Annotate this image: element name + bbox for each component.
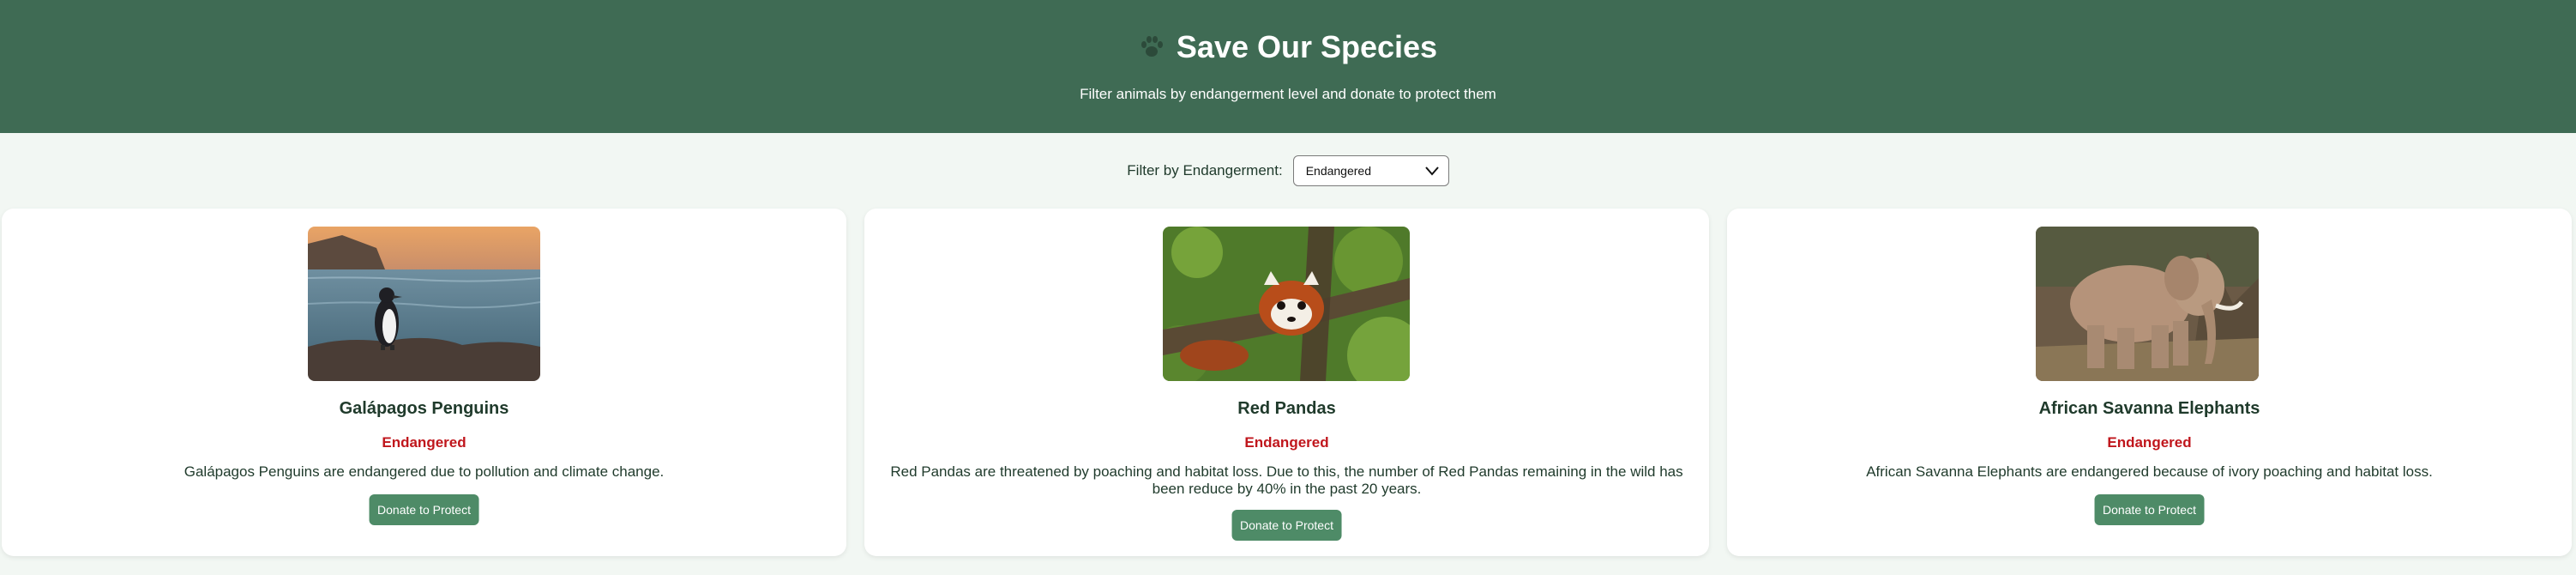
paw-icon <box>1141 36 1163 57</box>
donate-button[interactable]: Donate to Protect <box>2094 494 2205 525</box>
species-card: Red Pandas Endangered Red Pandas are thr… <box>864 209 1709 556</box>
species-card: Galápagos Penguins Endangered Galápagos … <box>2 209 846 556</box>
species-name: African Savanna Elephants <box>2038 399 2260 418</box>
species-card: African Savanna Elephants Endangered Afr… <box>1727 209 2572 556</box>
page-title-row: Save Our Species <box>0 29 2576 65</box>
species-description: African Savanna Elephants are endangered… <box>1866 463 2433 480</box>
page-title: Save Our Species <box>1176 29 1438 64</box>
status-badge: Endangered <box>382 434 466 451</box>
endangerment-select[interactable]: Endangered <box>1292 155 1449 186</box>
page-subtitle: Filter animals by endangerment level and… <box>1080 86 1496 102</box>
filter-bar: Filter by Endangerment: Endangered <box>0 154 2576 187</box>
species-name: Red Pandas <box>1237 399 1336 418</box>
status-badge: Endangered <box>1244 434 1329 451</box>
page-header: Save Our Species Filter animals by endan… <box>0 0 2576 133</box>
penguin-photo <box>308 227 540 381</box>
chevron-down-icon <box>1424 166 1439 176</box>
status-badge: Endangered <box>2107 434 2192 451</box>
donate-button[interactable]: Donate to Protect <box>369 494 479 525</box>
elephant-photo <box>2036 227 2259 381</box>
species-description: Red Pandas are threatened by poaching an… <box>890 463 1683 497</box>
donate-button[interactable]: Donate to Protect <box>1231 510 1342 541</box>
species-description: Galápagos Penguins are endangered due to… <box>184 463 665 480</box>
species-name: Galápagos Penguins <box>339 399 509 418</box>
red-panda-photo <box>1163 227 1410 381</box>
filter-label: Filter by Endangerment: <box>1127 162 1283 179</box>
endangerment-select-value: Endangered <box>1305 164 1371 178</box>
species-card-list: Galápagos Penguins Endangered Galápagos … <box>2 209 2574 556</box>
